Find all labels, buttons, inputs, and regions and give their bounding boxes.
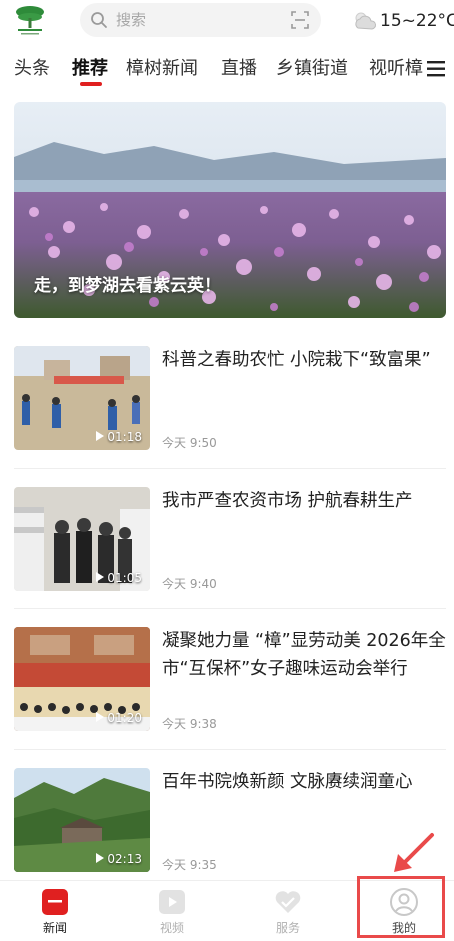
weather-widget[interactable]: 15~22°C [352,8,454,34]
search-placeholder: 搜索 [116,11,147,29]
nav-video[interactable]: 视频 [127,881,217,941]
news-icon [42,889,68,915]
video-icon [159,890,185,914]
nav-label: 服务 [275,921,300,935]
tab-audiovisual[interactable]: 视听樟 [369,57,423,81]
cloud-sun-icon [355,12,376,30]
weather-temperature: 15~22°C [380,11,454,31]
nav-news[interactable]: 新闻 [10,881,100,941]
service-heart-icon [275,891,301,913]
news-thumbnail: 01:18 [14,346,150,450]
category-tabs: 头条 推荐 樟树新闻 直播 乡镇街道 视听樟 [0,48,454,94]
menu-icon[interactable] [427,60,447,78]
divider [14,749,446,750]
tab-recommend[interactable]: 推荐 [72,57,108,81]
video-duration: 02:13 [96,852,142,866]
news-time: 今天 9:50 [162,436,217,450]
news-time: 今天 9:35 [162,858,217,872]
news-thumbnail: 01:20 [14,627,150,731]
divider [14,608,446,609]
app-logo-icon[interactable] [14,4,46,38]
news-time: 今天 9:38 [162,717,217,731]
news-item[interactable]: 01:20 凝聚她力量 “樟”显劳动美 2026年全市“互保杯”女子趣味运动会举… [14,621,446,741]
news-time: 今天 9:40 [162,577,217,591]
duration-text: 01:20 [107,711,142,725]
play-icon [96,853,105,863]
duration-text: 01:18 [107,430,142,444]
divider [14,468,446,469]
news-thumbnail: 02:13 [14,768,150,872]
annotation-arrow-icon [394,833,434,872]
news-title: 科普之春助农忙 小院栽下“致富果” [162,350,431,370]
duration-text: 02:13 [107,852,142,866]
play-icon [96,431,105,441]
news-thumbnail: 01:05 [14,487,150,591]
scan-icon[interactable] [291,11,309,29]
news-title: 百年书院焕新颜 文脉赓续润童心 [162,772,413,792]
play-icon [96,712,105,722]
news-item[interactable]: 02:13 百年书院焕新颜 文脉赓续润童心 今天 9:35 [14,762,446,882]
news-item[interactable]: 01:05 我市严查农资市场 护航春耕生产 今天 9:40 [14,481,446,601]
tab-toutiao[interactable]: 头条 [14,57,50,81]
hero-caption: 走，到梦湖去看紫云英！ [34,276,221,296]
nav-label: 新闻 [42,921,67,935]
video-duration: 01:05 [96,571,142,585]
news-item[interactable]: 01:18 科普之春助农忙 小院栽下“致富果” 今天 9:50 [14,340,446,460]
duration-text: 01:05 [107,571,142,585]
nav-label: 视频 [159,921,184,935]
tab-live[interactable]: 直播 [221,57,257,81]
search-icon [91,12,107,28]
news-title: 我市严查农资市场 护航春耕生产 [162,491,413,511]
hero-banner[interactable]: 走，到梦湖去看紫云英！ [14,102,446,318]
top-header: 搜索 15~22°C [0,0,454,42]
active-tab-indicator [80,82,102,86]
video-duration: 01:20 [96,711,142,725]
video-duration: 01:18 [96,430,142,444]
nav-service[interactable]: 服务 [243,881,333,941]
annotation-highlight-box [357,876,445,938]
news-title: 凝聚她力量 “樟”显劳动美 2026年全市“互保杯”女子趣味运动会举行 [162,631,446,679]
tab-towns-streets[interactable]: 乡镇街道 [276,57,348,81]
play-icon [96,572,105,582]
search-bar[interactable]: 搜索 [80,3,321,37]
tab-zhangshu-news[interactable]: 樟树新闻 [126,57,198,81]
